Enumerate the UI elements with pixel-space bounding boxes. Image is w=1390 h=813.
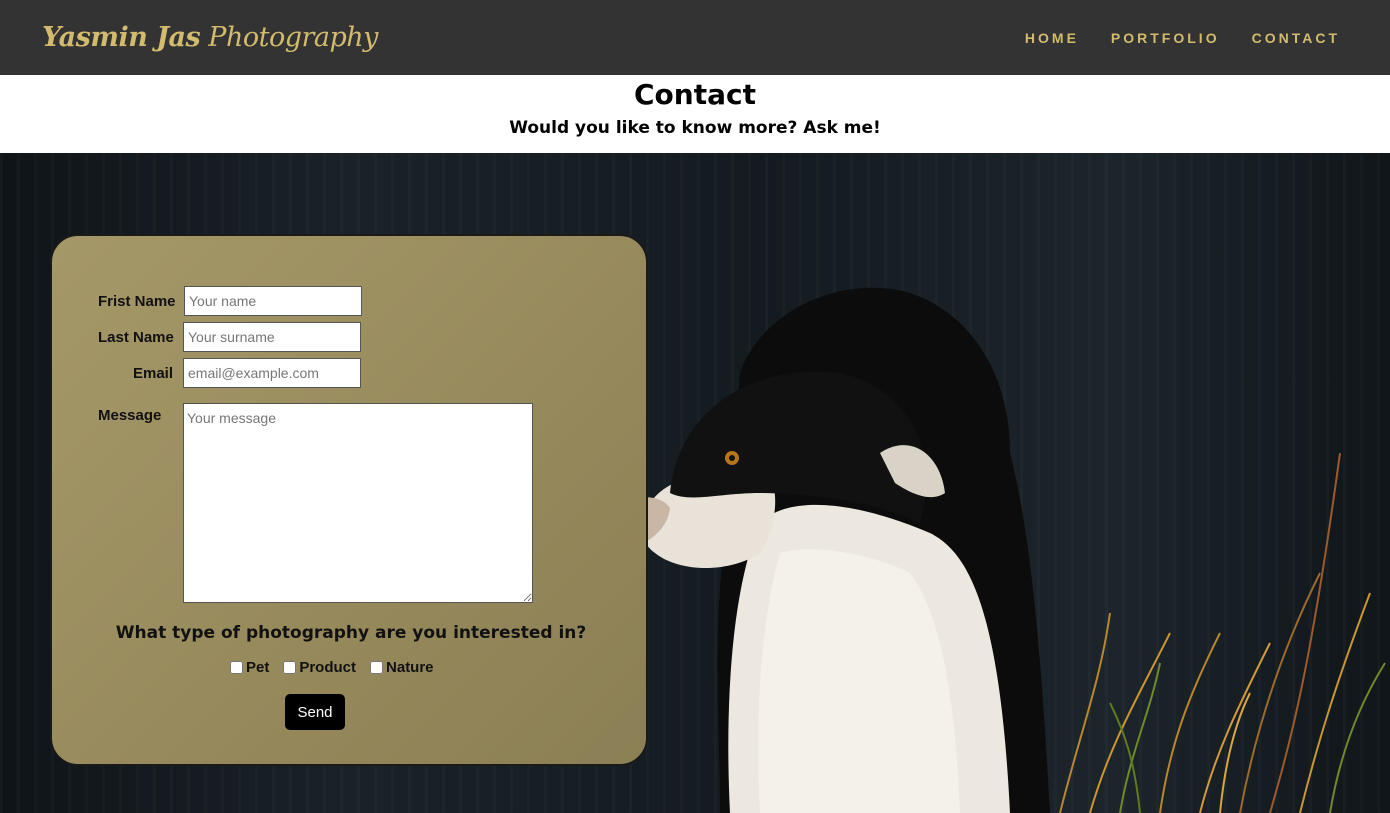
pet-label: Pet	[246, 659, 270, 676]
last-name-input[interactable]	[183, 322, 361, 352]
email-label: Email	[133, 365, 174, 382]
interest-question: What type of photography are you interes…	[115, 623, 587, 643]
product-label: Product	[299, 659, 357, 676]
nature-checkbox[interactable]	[370, 661, 384, 674]
option-nature[interactable]: Nature	[370, 659, 434, 676]
interest-options: Pet Product Nature	[230, 659, 434, 676]
nature-label: Nature	[386, 659, 434, 676]
pet-checkbox[interactable]	[230, 661, 243, 674]
option-pet[interactable]: Pet	[230, 659, 269, 676]
first-name-input[interactable]	[184, 286, 362, 316]
page-title: Contact	[634, 78, 756, 111]
nav-link-portfolio[interactable]: PORTFOLIO	[1111, 30, 1220, 46]
brand-name: Yasmin Jas	[42, 22, 201, 53]
page-subtitle: Would you like to know more? Ask me!	[509, 118, 881, 138]
first-name-label: Frist Name	[98, 293, 176, 310]
contact-form: Frist Name Last Name Email Message What …	[50, 234, 648, 766]
page-header: Contact Would you like to know more? Ask…	[0, 75, 1390, 153]
product-checkbox[interactable]	[283, 661, 297, 674]
nav-link-contact[interactable]: CONTACT	[1252, 30, 1340, 46]
brand-suffix: Photography	[200, 22, 378, 53]
email-input[interactable]	[183, 358, 361, 388]
grass-photo	[1059, 452, 1386, 813]
option-product[interactable]: Product	[283, 659, 356, 676]
nav-link-home[interactable]: HOME	[1025, 30, 1079, 46]
nav-links: HOME PORTFOLIO CONTACT	[1025, 30, 1340, 46]
last-name-label: Last Name	[98, 329, 174, 346]
message-textarea[interactable]	[183, 403, 533, 603]
message-label: Message	[98, 407, 162, 424]
brand-logo[interactable]: Yasmin Jas Photography	[42, 22, 378, 53]
navbar: Yasmin Jas Photography HOME PORTFOLIO CO…	[0, 0, 1390, 75]
send-button[interactable]: Send	[285, 694, 345, 730]
